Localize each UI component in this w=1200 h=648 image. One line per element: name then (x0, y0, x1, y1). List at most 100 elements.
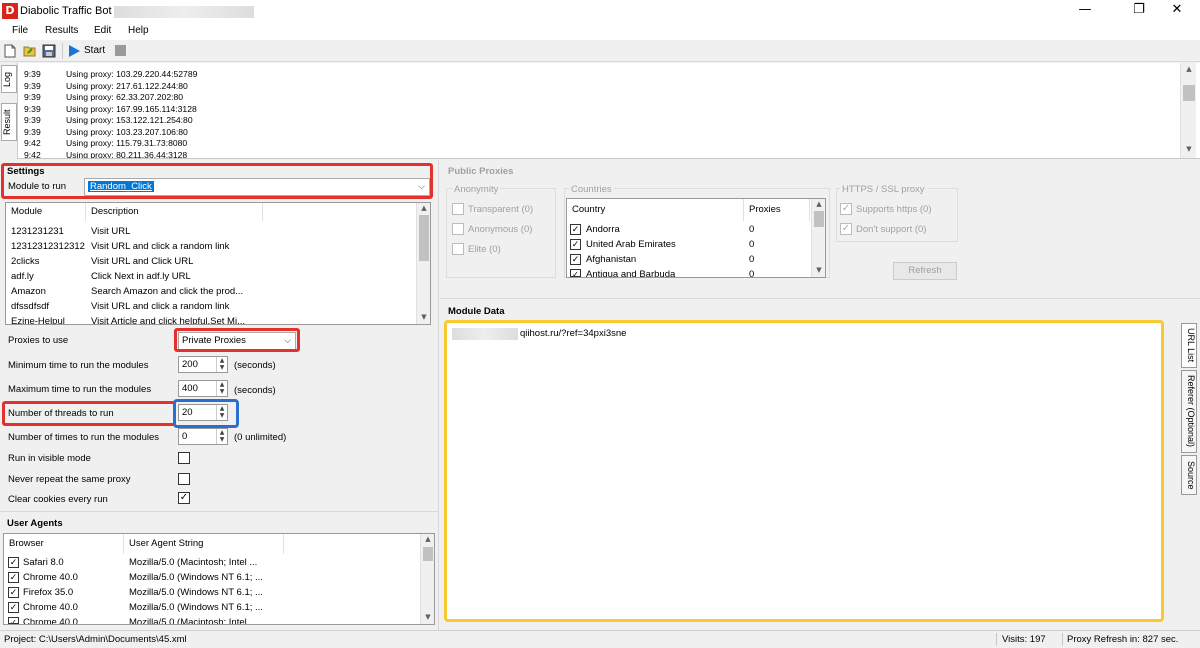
spinner-arrows-icon[interactable]: ▲ ▼ (216, 357, 227, 372)
country-name[interactable]: Afghanistan (586, 252, 736, 267)
module-description[interactable]: Visit URL and click a random link (91, 299, 261, 314)
log-scrollbar[interactable]: ▲ ▼ (1180, 63, 1196, 158)
log-row: 9:39 Using proxy: 103.23.207.106:80 (24, 126, 188, 137)
column-header-user-agent[interactable]: User Agent String (124, 534, 284, 554)
refresh-button[interactable]: Refresh (893, 262, 957, 280)
column-header-country[interactable]: Country (567, 199, 744, 221)
scroll-thumb[interactable] (1183, 85, 1195, 101)
dont-support-checkbox[interactable]: ✓ (840, 223, 852, 235)
visible-mode-checkbox[interactable] (178, 452, 190, 464)
times-input[interactable]: 0 ▲ ▼ (178, 428, 228, 445)
elite-checkbox[interactable] (452, 243, 464, 255)
ua-checkbox[interactable]: ✓ (8, 617, 19, 624)
module-name[interactable]: dfssdfsdf (11, 299, 85, 314)
anonymous-checkbox[interactable] (452, 223, 464, 235)
ua-browser[interactable]: Chrome 40.0 (23, 600, 123, 615)
column-header-module[interactable]: Module (6, 203, 86, 221)
user-agents-scrollbar[interactable]: ▲ ▼ (420, 534, 434, 624)
module-name[interactable]: 12312312312312... (11, 239, 85, 254)
country-name[interactable]: Andorra (586, 222, 736, 237)
scroll-down-icon[interactable]: ▼ (421, 613, 435, 621)
column-header-description[interactable]: Description (86, 203, 263, 221)
anonymity-title: Anonymity (452, 184, 501, 195)
module-description[interactable]: Visit URL (91, 224, 261, 239)
tab-result[interactable]: Result (1, 103, 17, 141)
module-description[interactable]: Click Next in adf.ly URL (91, 269, 261, 284)
scroll-thumb[interactable] (814, 211, 824, 227)
minimize-button[interactable]: — (1062, 0, 1108, 22)
menu-results[interactable]: Results (45, 25, 78, 36)
url-list-editor[interactable]: qiihost.ru/?ref=34pxi3sne (444, 320, 1164, 622)
module-name[interactable]: 1231231231 (11, 224, 85, 239)
spinner-arrows-icon[interactable]: ▲ ▼ (216, 429, 227, 444)
scroll-down-icon[interactable]: ▼ (417, 313, 431, 321)
ua-string[interactable]: Mozilla/5.0 (Windows NT 6.1; ... (129, 570, 279, 585)
column-header-browser[interactable]: Browser (4, 534, 124, 554)
scroll-up-icon[interactable]: ▲ (1181, 65, 1197, 73)
stop-icon[interactable] (115, 45, 126, 56)
tab-url-list[interactable]: URL List (1181, 323, 1197, 368)
country-name[interactable]: United Arab Emirates (586, 237, 736, 252)
tab-referer[interactable]: Referer (Optional) (1181, 370, 1197, 453)
modules-scrollbar[interactable]: ▲ ▼ (416, 203, 430, 324)
save-icon[interactable] (42, 44, 56, 58)
scroll-up-icon[interactable]: ▲ (812, 200, 826, 208)
country-checkbox[interactable]: ✓ (570, 269, 581, 277)
log-row: 9:39 Using proxy: 153.122.121.254:80 (24, 115, 193, 125)
window-title: Diabolic Traffic Bot - (20, 5, 119, 17)
ua-checkbox[interactable]: ✓ (8, 572, 19, 583)
scroll-down-icon[interactable]: ▼ (812, 266, 826, 274)
country-checkbox[interactable]: ✓ (570, 224, 581, 235)
menu-edit[interactable]: Edit (94, 25, 111, 36)
max-time-input[interactable]: 400 ▲ ▼ (178, 380, 228, 397)
scroll-thumb[interactable] (423, 547, 433, 561)
transparent-checkbox[interactable] (452, 203, 464, 215)
module-name[interactable]: adf.ly (11, 269, 85, 284)
country-name[interactable]: Antigua and Barbuda (586, 267, 736, 277)
scroll-up-icon[interactable]: ▲ (417, 204, 431, 212)
column-header-proxies[interactable]: Proxies (744, 199, 810, 221)
ua-browser[interactable]: Chrome 40.0 (23, 615, 123, 624)
country-checkbox[interactable]: ✓ (570, 239, 581, 250)
tab-log[interactable]: Log (1, 65, 17, 93)
clear-cookies-checkbox[interactable]: ✓ (178, 492, 190, 504)
ua-string[interactable]: Mozilla/5.0 (Macintosh; Intel ... (129, 615, 279, 624)
close-button[interactable]: ✕ (1154, 0, 1200, 22)
countries-scrollbar[interactable]: ▲ ▼ (811, 199, 825, 277)
spinner-arrows-icon[interactable]: ▲ ▼ (216, 381, 227, 396)
country-checkbox[interactable]: ✓ (570, 254, 581, 265)
scroll-down-icon[interactable]: ▼ (1181, 145, 1197, 153)
scroll-up-icon[interactable]: ▲ (421, 535, 435, 543)
module-description[interactable]: Visit URL and Click URL (91, 254, 261, 269)
menu-help[interactable]: Help (128, 25, 149, 36)
ua-checkbox[interactable]: ✓ (8, 602, 19, 613)
open-folder-icon[interactable] (23, 44, 37, 58)
module-name[interactable]: 2clicks (11, 254, 85, 269)
ua-browser[interactable]: Chrome 40.0 (23, 570, 123, 585)
ua-checkbox[interactable]: ✓ (8, 557, 19, 568)
module-description[interactable]: Search Amazon and click the prod... (91, 284, 261, 299)
scroll-thumb[interactable] (419, 215, 429, 261)
seconds-unit: (seconds) (234, 385, 276, 396)
transparent-label: Transparent (0) (468, 204, 534, 215)
splitter[interactable] (438, 160, 439, 630)
new-file-icon[interactable] (3, 44, 17, 58)
ua-checkbox[interactable]: ✓ (8, 587, 19, 598)
ua-string[interactable]: Mozilla/5.0 (Macintosh; Intel ... (129, 555, 279, 570)
start-button[interactable]: Start (84, 45, 105, 56)
ua-string[interactable]: Mozilla/5.0 (Windows NT 6.1; ... (129, 585, 279, 600)
tab-source[interactable]: Source (1181, 455, 1197, 495)
ua-browser[interactable]: Firefox 35.0 (23, 585, 123, 600)
module-name[interactable]: Ezine-Helpul (11, 314, 85, 324)
supports-https-checkbox[interactable]: ✓ (840, 203, 852, 215)
url-text[interactable]: qiihost.ru/?ref=34pxi3sne (520, 328, 626, 339)
menu-file[interactable]: File (12, 25, 28, 36)
module-description[interactable]: Visit Article and click helpful.Set Mi..… (91, 314, 261, 324)
module-name[interactable]: Amazon (11, 284, 85, 299)
min-time-input[interactable]: 200 ▲ ▼ (178, 356, 228, 373)
module-description[interactable]: Visit URL and click a random link (91, 239, 261, 254)
ua-string[interactable]: Mozilla/5.0 (Windows NT 6.1; ... (129, 600, 279, 615)
never-repeat-checkbox[interactable] (178, 473, 190, 485)
ua-browser[interactable]: Safari 8.0 (23, 555, 123, 570)
play-icon[interactable] (67, 44, 81, 58)
